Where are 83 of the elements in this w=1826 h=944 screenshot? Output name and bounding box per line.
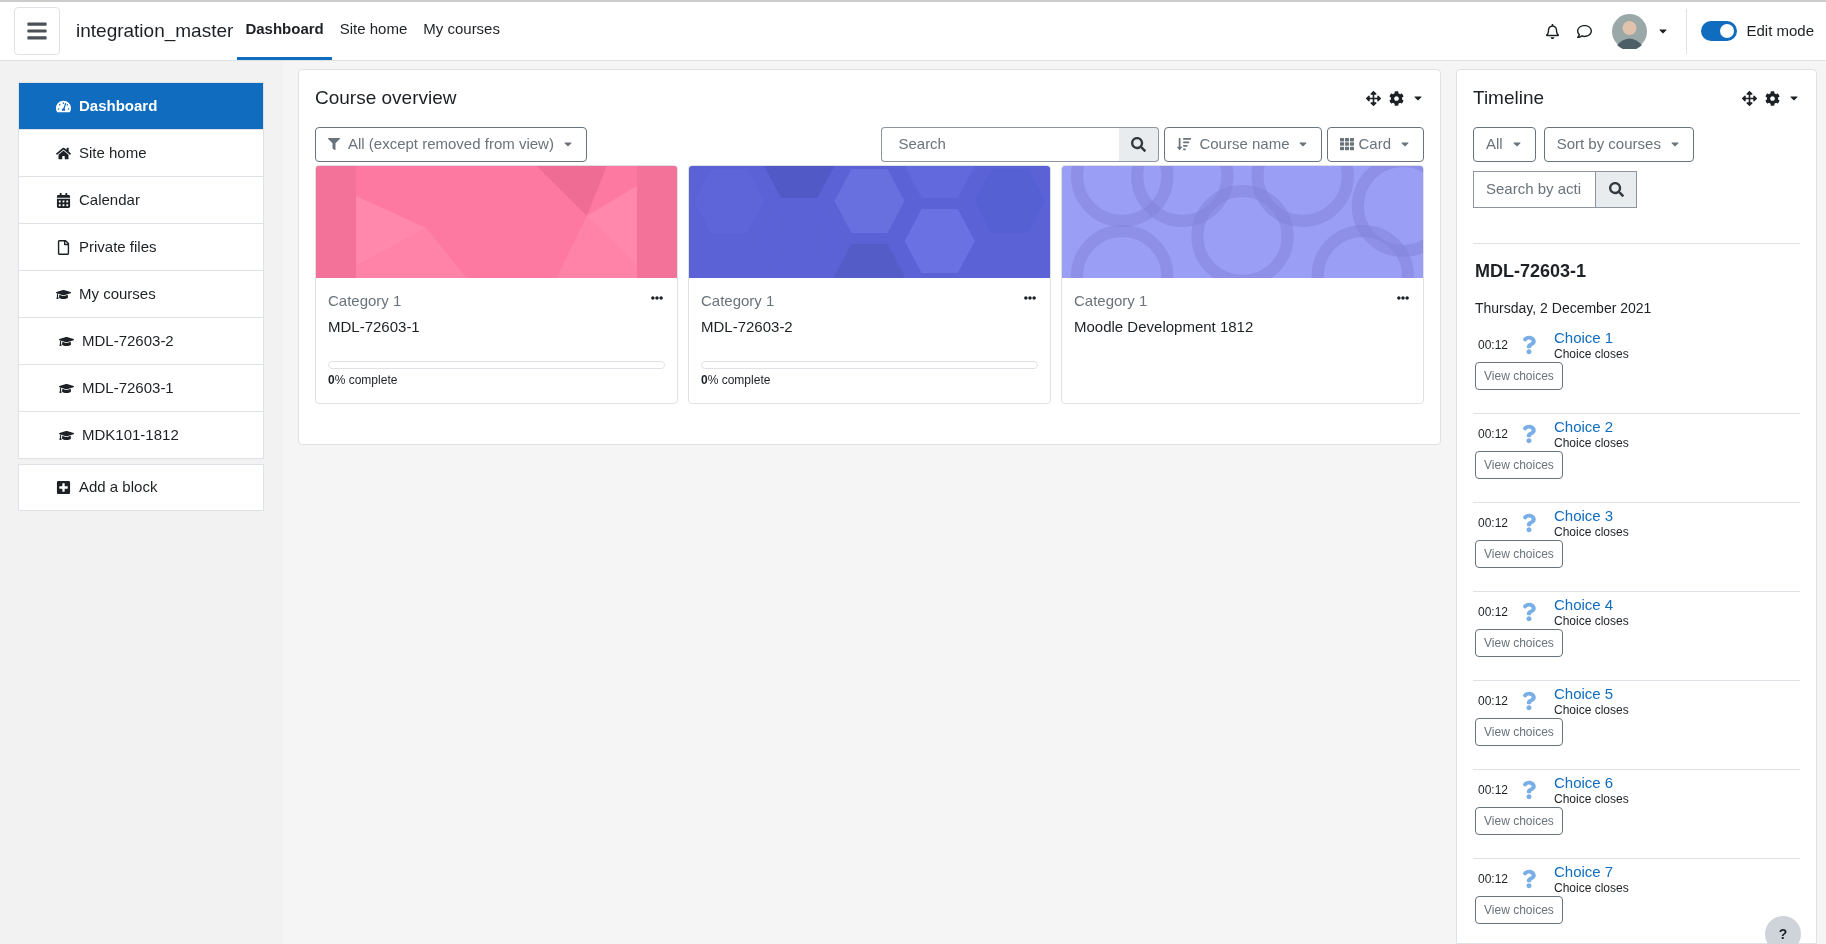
question-icon <box>1522 334 1536 355</box>
nav-tab[interactable]: My courses <box>415 2 508 60</box>
progress-text: 0% complete <box>328 371 399 389</box>
course-card[interactable]: Category 1 MDL-72603-1 0% complete <box>315 164 678 404</box>
course-category: Category 1 <box>1074 290 1148 311</box>
event-subtitle: Choice closes <box>1554 435 1629 450</box>
site-name[interactable]: integration_master <box>76 16 234 46</box>
event-time: 00:12 <box>1478 425 1508 443</box>
course-card[interactable]: Category 1 MDL-72603-2 0% complete <box>688 164 1051 404</box>
event-link[interactable]: Choice 1 <box>1554 328 1629 347</box>
edit-mode-label: Edit mode <box>1746 20 1814 41</box>
event-subtitle: Choice closes <box>1554 346 1629 361</box>
question-icon <box>1522 423 1536 444</box>
event-link[interactable]: Choice 2 <box>1554 417 1629 436</box>
course-category: Category 1 <box>328 290 402 311</box>
sidebar-icon <box>56 192 71 208</box>
filter-dropdown[interactable]: All (except removed from view) <box>315 126 587 162</box>
plus-icon <box>56 480 71 495</box>
message-icon[interactable] <box>1577 23 1593 39</box>
move-icon[interactable] <box>1742 90 1757 106</box>
sidebar-icon <box>56 239 71 255</box>
view-choices-button[interactable]: View choices <box>1475 450 1563 479</box>
event-time: 00:12 <box>1478 336 1508 354</box>
view-choices-button[interactable]: View choices <box>1475 895 1563 924</box>
grid-icon <box>1340 137 1355 151</box>
event-link[interactable]: Choice 6 <box>1554 773 1629 792</box>
question-icon <box>1522 868 1536 889</box>
menu-button[interactable] <box>14 7 60 55</box>
course-card[interactable]: Category 1 Moodle Development 1812 <box>1061 164 1424 404</box>
event-link[interactable]: Choice 7 <box>1554 862 1629 881</box>
sidebar-icon <box>56 145 71 161</box>
sidebar-item[interactable]: Dashboard <box>19 83 263 130</box>
event-subtitle: Choice closes <box>1554 702 1629 717</box>
event-time: 00:12 <box>1478 692 1508 710</box>
search-field[interactable]: Search by acti <box>1473 170 1596 208</box>
menu-icon <box>26 20 48 42</box>
filter-dropdown[interactable]: All <box>1473 126 1536 162</box>
view-choices-button[interactable]: View choices <box>1475 717 1563 746</box>
move-icon[interactable] <box>1366 90 1381 106</box>
event-subtitle: Choice closes <box>1554 524 1629 539</box>
course-name[interactable]: MDL-72603-1 <box>328 316 665 339</box>
course-name[interactable]: MDL-72603-2 <box>701 316 1038 339</box>
question-icon <box>1522 601 1536 622</box>
help-button[interactable]: ? <box>1765 916 1801 944</box>
notification-icon[interactable] <box>1545 23 1561 39</box>
nav-tab[interactable]: Site home <box>331 2 416 60</box>
event-link[interactable]: Choice 5 <box>1554 684 1629 703</box>
event-date: Thursday, 2 December 2021 <box>1475 298 1653 318</box>
add-block-button[interactable]: Add a block <box>18 464 264 511</box>
event-time: 00:12 <box>1478 603 1508 621</box>
settings-icon[interactable] <box>1765 90 1780 106</box>
event-time: 00:12 <box>1478 870 1508 888</box>
sort-dropdown[interactable]: Course name <box>1164 126 1323 162</box>
edit-mode-toggle[interactable] <box>1701 21 1738 41</box>
search-button[interactable] <box>1596 170 1637 208</box>
view-choices-button[interactable]: View choices <box>1475 806 1563 835</box>
avatar[interactable] <box>1612 13 1648 49</box>
filter-icon <box>328 138 340 150</box>
settings-icon[interactable] <box>1389 90 1404 106</box>
event-time: 00:12 <box>1478 781 1508 799</box>
event-subtitle: Choice closes <box>1554 880 1629 895</box>
block-title: Timeline <box>1473 86 1545 110</box>
progress-text: 0% complete <box>701 371 772 389</box>
event-time: 00:12 <box>1478 514 1508 532</box>
search-icon <box>1608 181 1624 197</box>
view-dropdown[interactable]: Card <box>1327 126 1424 162</box>
view-choices-button[interactable]: View choices <box>1475 539 1563 568</box>
event-link[interactable]: Choice 4 <box>1554 595 1629 614</box>
question-icon <box>1522 512 1536 533</box>
event-link[interactable]: Choice 3 <box>1554 506 1629 525</box>
course-category: Category 1 <box>701 290 775 311</box>
view-choices-button[interactable]: View choices <box>1475 628 1563 657</box>
course-name[interactable]: Moodle Development 1812 <box>1074 316 1411 339</box>
sort-icon <box>1177 137 1192 151</box>
view-choices-button[interactable]: View choices <box>1475 361 1563 390</box>
question-icon <box>1522 779 1536 800</box>
block-title: Course overview <box>315 86 457 110</box>
sidebar-icon <box>56 98 71 114</box>
course-heading: MDL-72603-1 <box>1475 259 1588 283</box>
event-subtitle: Choice closes <box>1554 791 1629 806</box>
sort-dropdown[interactable]: Sort by courses <box>1543 126 1694 162</box>
question-icon <box>1522 690 1536 711</box>
event-subtitle: Choice closes <box>1554 613 1629 628</box>
